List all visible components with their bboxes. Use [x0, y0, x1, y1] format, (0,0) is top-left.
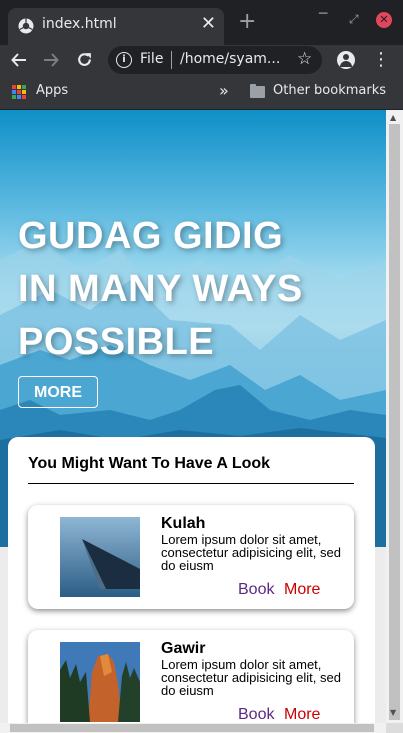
more-link[interactable]: More: [284, 706, 320, 723]
scrollbar-corner: [386, 723, 403, 733]
back-icon[interactable]: [11, 52, 27, 68]
address-scheme: File: [140, 51, 164, 67]
hero-title-line: POSSIBLE: [18, 321, 215, 363]
reload-icon[interactable]: [76, 51, 93, 68]
new-tab-button[interactable]: +: [238, 10, 256, 34]
item-description: Lorem ipsum dolor sit amet, consectetur …: [161, 657, 341, 698]
section-title: You Might Want To Have A Look: [28, 455, 271, 472]
address-url[interactable]: /home/syam...: [180, 51, 280, 67]
star-icon[interactable]: ☆: [297, 49, 312, 69]
maximize-button[interactable]: ⤢: [349, 12, 359, 27]
apps-icon[interactable]: [12, 85, 26, 99]
item-name: Kulah: [161, 515, 206, 532]
page-viewport: GUDAG GIDIG IN MANY WAYS POSSIBLE MORE Y…: [0, 110, 386, 723]
chrome-icon: [18, 18, 34, 34]
address-separator: [171, 51, 172, 69]
forward-icon[interactable]: [43, 52, 59, 68]
other-bookmarks[interactable]: Other bookmarks: [273, 83, 386, 98]
minimize-button[interactable]: ─: [319, 6, 327, 22]
hero-title-line: GUDAG GIDIG: [18, 215, 284, 257]
item-thumbnail: [60, 517, 140, 597]
list-item: Kulah Lorem ipsum dolor sit amet, consec…: [28, 505, 354, 609]
section-divider: [28, 483, 354, 484]
book-link[interactable]: Book: [238, 581, 274, 599]
tab-title: index.html: [42, 16, 117, 32]
hero-title: GUDAG GIDIG IN MANY WAYS POSSIBLE: [18, 210, 303, 369]
scroll-down-icon[interactable]: ▼: [390, 708, 396, 717]
book-link[interactable]: Book: [238, 706, 274, 723]
item-name: Gawir: [161, 640, 206, 657]
menu-icon[interactable]: ⋮: [372, 49, 390, 70]
profile-icon[interactable]: [337, 51, 355, 69]
info-icon[interactable]: i: [116, 52, 132, 68]
horizontal-scrollbar[interactable]: [0, 723, 386, 733]
recommendations-card: You Might Want To Have A Look Kulah Lore…: [8, 437, 375, 723]
bookmarks-bar: Apps » Other bookmarks: [0, 75, 403, 110]
horizontal-scroll-thumb[interactable]: [10, 724, 374, 732]
item-thumbnail: [60, 642, 140, 722]
hero-title-line: IN MANY WAYS: [18, 268, 303, 310]
address-bar[interactable]: i File /home/syam... ☆: [108, 46, 322, 74]
hero-more-button[interactable]: MORE: [18, 376, 98, 408]
vertical-scrollbar[interactable]: ▲ ▼: [386, 110, 403, 723]
scroll-up-icon[interactable]: ▲: [390, 113, 396, 122]
more-link[interactable]: More: [284, 581, 320, 599]
browser-tab[interactable]: index.html ✕: [8, 8, 224, 45]
tab-strip: index.html ✕ + ─ ⤢ ✕: [0, 0, 403, 45]
folder-icon: [250, 84, 265, 98]
list-item: Gawir Lorem ipsum dolor sit amet, consec…: [28, 630, 354, 723]
vertical-scroll-thumb[interactable]: [389, 124, 400, 720]
apps-bookmark[interactable]: Apps: [36, 83, 68, 98]
item-description: Lorem ipsum dolor sit amet, consectetur …: [161, 532, 341, 573]
tab-close-icon[interactable]: ✕: [201, 14, 216, 34]
window-close-button[interactable]: ✕: [376, 12, 392, 28]
bookmarks-overflow-button[interactable]: »: [219, 81, 229, 100]
